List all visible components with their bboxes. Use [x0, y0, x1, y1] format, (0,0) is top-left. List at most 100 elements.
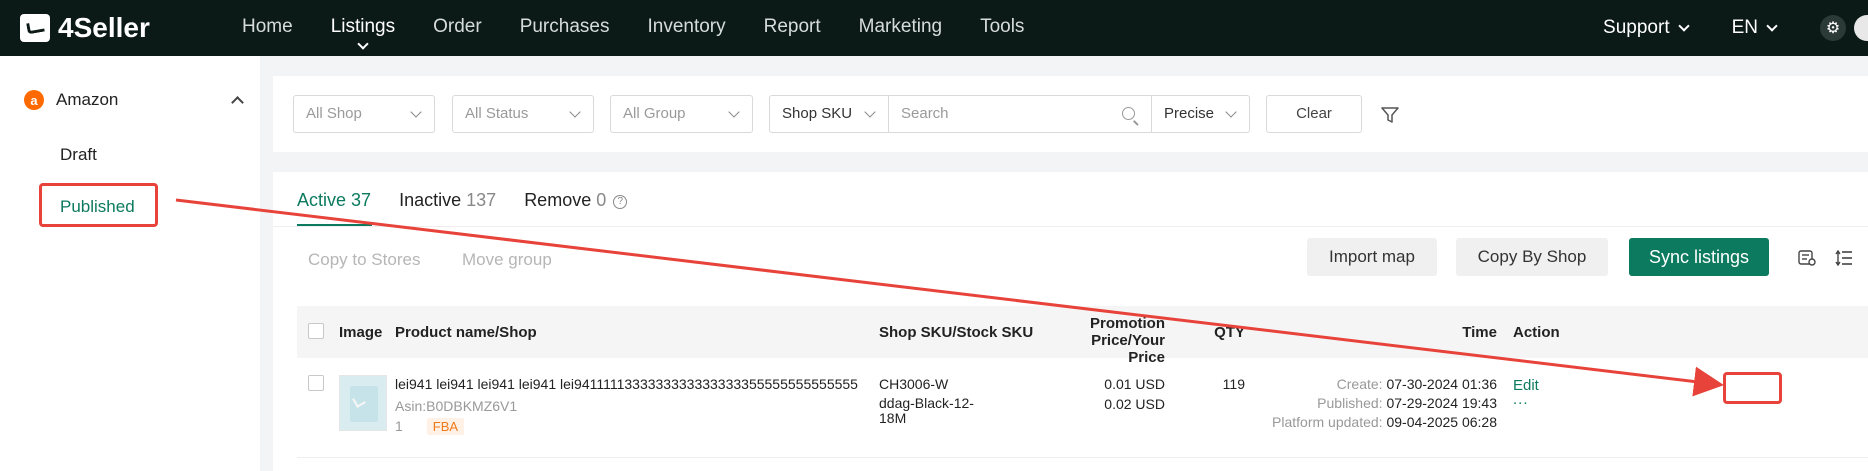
product-thumbnail[interactable] [339, 375, 387, 431]
tab-inactive[interactable]: Inactive 137 [399, 190, 496, 211]
bag-icon [20, 14, 50, 42]
help-icon[interactable]: ? [613, 195, 628, 209]
promotion-price: 0.01 USD [1104, 376, 1165, 392]
tab-count: 37 [351, 190, 372, 210]
amazon-icon: a [24, 90, 44, 110]
filter-bar: All Shop All Status All Group Shop SKU S… [273, 76, 1868, 152]
search-field-select[interactable]: Shop SKU [769, 95, 889, 133]
nav-tools[interactable]: Tools [980, 0, 1024, 56]
status-select[interactable]: All Status [452, 95, 594, 133]
import-map-button[interactable]: Import map [1307, 238, 1437, 276]
clear-button[interactable]: Clear [1266, 95, 1362, 133]
platform-label: Platform updated: [1272, 414, 1383, 430]
nav-report[interactable]: Report [764, 0, 821, 56]
product-name[interactable]: lei941 lei941 lei941 lei941 lei941111133… [395, 376, 858, 392]
select-all-checkbox[interactable] [308, 323, 324, 339]
table-header: Image Product name/Shop Shop SKU/Stock S… [297, 306, 1868, 366]
tab-label: Remove [524, 190, 592, 210]
your-price: 0.02 USD [1104, 396, 1165, 412]
group-select[interactable]: All Group [610, 95, 753, 133]
col-price-line1: Promotion Price/Your [1090, 315, 1165, 349]
move-group-link[interactable]: Move group [462, 250, 552, 270]
copy-to-stores-link[interactable]: Copy to Stores [308, 250, 420, 270]
col-sku: Shop SKU/Stock SKU [879, 324, 1034, 341]
product-asin: Asin:B0DBKMZ6V1 [395, 398, 518, 414]
sync-listings-button[interactable]: Sync listings [1629, 238, 1769, 276]
stock-sku-line1: ddag-Black-12- [879, 395, 974, 411]
stock-sku-line2: 18M [879, 410, 907, 426]
support-menu[interactable]: Support [1603, 17, 1690, 39]
search-field-value: Shop SKU [782, 105, 853, 122]
status-tabs: Active 37 Inactive 137 Remove 0 ? [297, 190, 655, 211]
tab-label: Active [297, 190, 347, 210]
nav-listings-label: Listings [330, 16, 396, 37]
chevron-up-icon [231, 96, 244, 109]
gear-icon[interactable]: ⚙ [1820, 15, 1846, 41]
chevron-down-icon [864, 106, 876, 118]
nav-listings[interactable]: Listings [331, 0, 395, 56]
support-label: Support [1603, 17, 1670, 38]
match-mode-value: Precise [1164, 105, 1215, 122]
published-label: Published: [1317, 395, 1383, 411]
sidebar: a Amazon Draft Published [0, 56, 260, 471]
shop-select-value: All Shop [306, 105, 362, 122]
sidebar-item-draft[interactable]: Draft [60, 145, 97, 165]
annotation-highlight-published [39, 183, 158, 227]
tabs-divider [273, 226, 1868, 227]
top-navigation-bar: 4Seller Home Listings Order Purchases In… [0, 0, 1868, 56]
group-select-value: All Group [623, 105, 686, 122]
shop-sku: CH3006-W [879, 376, 949, 392]
col-qty: QTY [1214, 324, 1245, 341]
copy-by-shop-button[interactable]: Copy By Shop [1456, 238, 1608, 276]
create-label: Create: [1336, 376, 1383, 392]
stock-sku: ddag-Black-12- 18M [879, 396, 974, 426]
tab-active[interactable]: Active 37 [297, 190, 371, 211]
platform-value: 09-04-2025 06:28 [1386, 414, 1497, 430]
language-menu[interactable]: EN [1731, 17, 1778, 39]
col-action: Action [1513, 324, 1560, 341]
nav-order[interactable]: Order [433, 0, 482, 56]
chevron-down-icon [728, 106, 740, 118]
avatar[interactable] [1854, 15, 1868, 41]
nav-inventory[interactable]: Inventory [647, 0, 725, 56]
published-time: Published: 07-29-2024 19:43 [1197, 395, 1497, 411]
density-icon[interactable] [1835, 250, 1853, 266]
shop-select[interactable]: All Shop [293, 95, 435, 133]
search-placeholder: Search [901, 105, 949, 122]
language-label: EN [1731, 17, 1758, 38]
row-checkbox[interactable] [308, 375, 324, 391]
col-image: Image [339, 324, 383, 341]
nav-home[interactable]: Home [242, 0, 293, 56]
search-input[interactable]: Search [888, 95, 1152, 133]
nav-marketing[interactable]: Marketing [859, 0, 942, 56]
column-settings-icon[interactable] [1798, 250, 1816, 266]
more-actions-button[interactable]: ... [1513, 391, 1529, 408]
tab-remove[interactable]: Remove 0 ? [524, 190, 628, 211]
create-time: Create: 07-30-2024 01:36 [1197, 376, 1497, 392]
brand-logo[interactable]: 4Seller [20, 12, 150, 44]
tab-label: Inactive [399, 190, 462, 210]
match-mode-select[interactable]: Precise [1151, 95, 1250, 133]
fba-badge: FBA [426, 418, 465, 435]
table-row: lei941 lei941 lei941 lei941 lei941111133… [297, 358, 1868, 458]
sidebar-group-label: Amazon [56, 90, 119, 109]
shop-info: 1 FBA [395, 418, 465, 435]
create-value: 07-30-2024 01:36 [1386, 376, 1497, 392]
brand-name: 4Seller [58, 12, 150, 43]
listings-panel: Active 37 Inactive 137 Remove 0 ? Copy t… [273, 172, 1868, 471]
shop-number: 1 [395, 418, 403, 434]
chevron-down-icon [410, 106, 422, 118]
sidebar-group-amazon[interactable]: a Amazon [24, 90, 246, 110]
col-product: Product name/Shop [395, 324, 537, 341]
col-time: Time [1462, 324, 1497, 341]
platform-updated-time: Platform updated: 09-04-2025 06:28 [1197, 414, 1497, 430]
chevron-down-icon [1225, 106, 1237, 118]
nav-purchases[interactable]: Purchases [520, 0, 610, 56]
filter-icon[interactable] [1381, 106, 1399, 124]
annotation-highlight-edit [1723, 372, 1782, 404]
chevron-down-icon [357, 38, 369, 50]
chevron-down-icon [569, 106, 581, 118]
chevron-down-icon [1677, 20, 1690, 32]
tab-count: 0 [596, 190, 607, 210]
status-select-value: All Status [465, 105, 529, 122]
